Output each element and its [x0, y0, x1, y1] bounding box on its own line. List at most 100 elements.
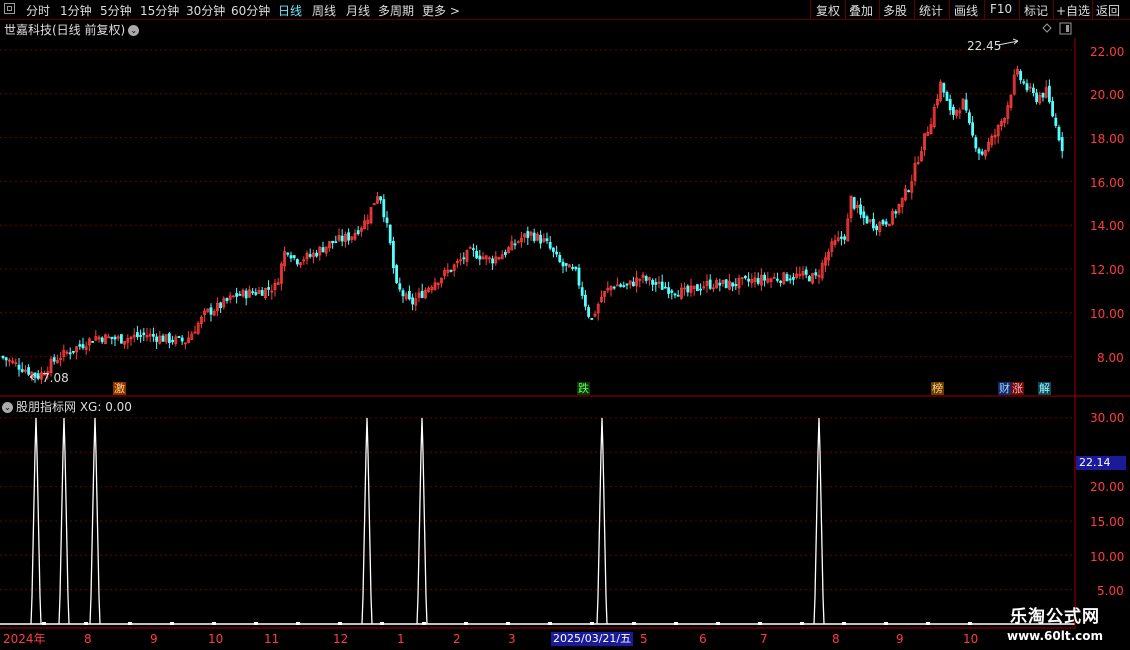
- candlestick: [600, 290, 603, 303]
- candlestick: [135, 325, 139, 340]
- candlestick: [484, 254, 488, 266]
- candlestick: [20, 362, 24, 373]
- candlestick: [1006, 101, 1010, 125]
- candlestick: [139, 329, 143, 343]
- candlestick: [420, 283, 424, 299]
- xg-baseline-marker: [254, 622, 258, 625]
- candlestick: [833, 234, 837, 248]
- candlestick: [244, 288, 248, 306]
- xg-baseline-marker: [716, 622, 720, 625]
- candlestick: [302, 256, 306, 265]
- candlestick: [603, 290, 606, 304]
- candlestick: [827, 248, 830, 266]
- candlestick: [964, 92, 968, 113]
- candlestick: [1041, 92, 1045, 102]
- candlestick: [395, 263, 399, 284]
- candlestick: [616, 277, 619, 287]
- watermark: 乐淘公式网 www.60lt.com: [990, 606, 1120, 650]
- kline-chart[interactable]: 22.45 7.08 22.00 20.00 18.00 16.00 14.00…: [0, 0, 1130, 650]
- candlestick: [974, 134, 978, 152]
- candlestick: [1057, 124, 1061, 142]
- candlestick: [305, 250, 309, 265]
- candlestick: [449, 269, 453, 273]
- candlestick: [510, 235, 514, 251]
- candlestick: [65, 349, 69, 356]
- candlestick: [676, 289, 680, 297]
- event-tag-jie[interactable]: 解: [1038, 382, 1051, 395]
- candlestick: [699, 283, 702, 296]
- event-tag-ji[interactable]: 激: [113, 382, 126, 395]
- candlestick: [622, 281, 626, 288]
- candlestick: [225, 297, 229, 304]
- candlestick: [888, 223, 891, 227]
- candlestick: [4, 357, 8, 367]
- candlestick: [97, 335, 101, 343]
- candlestick: [113, 334, 117, 347]
- candlestick: [100, 336, 104, 344]
- candlestick: [552, 247, 555, 258]
- panel-toggle-icon[interactable]: [1059, 22, 1072, 35]
- candlestick: [657, 276, 661, 289]
- candlestick: [769, 277, 773, 288]
- candlestick: [536, 231, 539, 242]
- candlestick: [692, 285, 696, 296]
- event-tag-bang[interactable]: 榜: [931, 382, 944, 395]
- xg-baseline-marker: [674, 622, 678, 625]
- candlestick: [843, 234, 846, 245]
- candlestick: [414, 292, 418, 311]
- candlestick: [942, 82, 946, 98]
- candlestick: [436, 282, 440, 290]
- candlestick: [625, 283, 629, 290]
- candlestick: [276, 277, 280, 285]
- candlestick: [459, 252, 463, 266]
- candlestick: [427, 286, 431, 293]
- candlestick: [84, 341, 88, 355]
- candlestick: [292, 254, 296, 261]
- diamond-icon[interactable]: [1042, 23, 1052, 33]
- candlestick: [792, 272, 795, 286]
- candlestick: [363, 214, 367, 230]
- candlestick: [417, 287, 421, 302]
- candlestick: [75, 345, 78, 360]
- candlestick: [894, 209, 898, 219]
- candlestick: [548, 235, 552, 251]
- y-tick: 10.00: [1090, 307, 1124, 321]
- xg-baseline-marker: [632, 622, 636, 625]
- candlestick: [916, 156, 920, 166]
- candlestick: [968, 109, 971, 126]
- candlestick: [142, 328, 146, 341]
- candlestick: [33, 372, 37, 383]
- chevron-down-icon[interactable]: ⌄: [2, 402, 13, 413]
- candlestick: [1016, 65, 1019, 78]
- event-tag-die[interactable]: 跌: [577, 382, 590, 395]
- sub-y-tick: 10.00: [1090, 550, 1124, 564]
- candlestick: [680, 282, 683, 300]
- candlestick: [555, 245, 558, 258]
- candlestick: [91, 340, 94, 343]
- candlestick: [574, 266, 578, 272]
- candlestick: [929, 117, 933, 135]
- candlestick: [487, 256, 491, 264]
- candlestick: [520, 231, 523, 248]
- candlestick: [766, 272, 770, 284]
- candlestick: [977, 147, 981, 161]
- candlestick: [523, 233, 526, 243]
- candlestick: [884, 218, 888, 228]
- candlestick: [987, 137, 990, 153]
- candlestick: [452, 263, 456, 277]
- candlestick: [321, 241, 325, 253]
- candlestick: [353, 229, 357, 241]
- candlestick: [238, 291, 242, 296]
- candlestick: [158, 330, 162, 345]
- candlestick: [1044, 80, 1048, 99]
- current-price-badge: 22.14: [1076, 456, 1126, 470]
- candlestick: [164, 334, 168, 345]
- event-tag-cai[interactable]: 财: [998, 382, 1011, 395]
- x-axis-label: 10: [963, 632, 978, 646]
- candlestick: [667, 281, 670, 299]
- candlestick: [398, 277, 402, 292]
- event-tag-zhang[interactable]: 涨: [1011, 382, 1024, 395]
- candlestick: [1035, 88, 1038, 105]
- candlestick: [110, 336, 114, 345]
- candlestick: [171, 335, 175, 345]
